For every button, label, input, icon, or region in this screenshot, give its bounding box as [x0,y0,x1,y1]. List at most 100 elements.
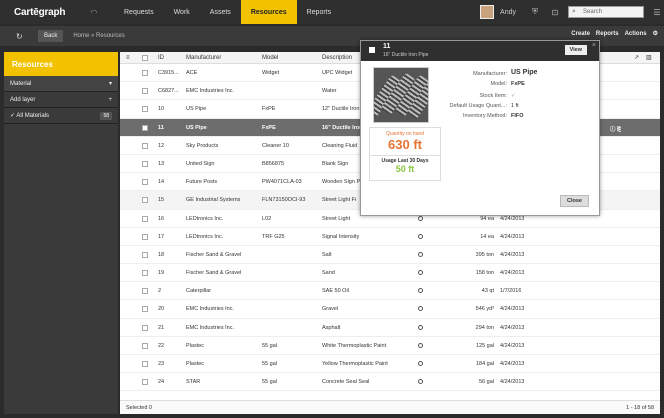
cell-quantity: 56 gal [479,379,494,386]
add-layer-button[interactable]: Add layer + [4,92,118,108]
cell-id: 21 [158,324,165,331]
row-checkbox[interactable] [142,361,148,367]
cell-description: Sand [322,270,335,277]
field-value: 1 ft [511,103,519,109]
export-icon[interactable]: ↗ [634,54,639,61]
row-checkbox[interactable] [142,88,148,95]
cell-model: L02 [262,215,272,222]
back-button[interactable]: Back [38,30,64,42]
usage-label: Usage Last 30 Days [370,155,440,164]
col-model[interactable]: Model [262,55,278,61]
row-checkbox[interactable] [142,124,148,131]
cell-manufacturer: STAR [186,379,201,386]
col-manufacturer[interactable]: Manufacturer [186,55,221,61]
row-checkbox[interactable] [142,197,148,204]
row-checkbox[interactable] [142,215,148,222]
col-description[interactable]: Description [322,55,352,61]
table-row[interactable]: 19 Fischer Sand & Gravel Sand 158 ton 4/24/2… [120,264,660,283]
nav-assets[interactable]: Assets [200,0,241,24]
refresh-icon[interactable]: ↻ [16,32,30,41]
cell-manufacturer: Fischer Sand & Gravel [186,251,242,258]
row-checkbox[interactable] [142,251,148,258]
select-all-checkbox[interactable] [142,55,148,61]
popup-id: 11 [383,43,391,50]
search-input[interactable]: ⌕ Search [568,6,644,18]
breadcrumb: Home » Resources [73,33,125,39]
cell-quantity: 546 yd³ [475,306,494,313]
table-row[interactable]: 23 Plastec 55 gal Yellow Thermoplastic Pain… [120,355,660,374]
row-checkbox[interactable] [142,160,148,167]
cell-date: 1/7/2016 [500,288,522,295]
shield-icon[interactable]: ⛨ [528,7,542,17]
pipe-image [373,67,429,123]
nav-resources[interactable]: Resources [240,0,297,24]
row-checkbox[interactable] [142,306,148,313]
cell-manufacturer: LEDtronics Inc. [186,215,224,222]
cell-date: 4/24/2013 [500,361,525,367]
columns-icon[interactable]: ▥ [646,54,652,61]
cell-id: 15 [158,197,165,204]
cell-id: 17 [158,233,165,240]
close-button[interactable]: Close [560,195,589,207]
popup-checkbox[interactable] [369,47,375,53]
cell-quantity: 94 ea [480,215,494,222]
cell-id: 22 [158,342,165,349]
col-id[interactable]: ID [158,55,164,61]
nav-requests[interactable]: Requests [114,0,164,24]
cell-id: 19 [158,270,165,277]
pager[interactable]: 1 - 18 of 58 [626,405,654,411]
row-checkbox[interactable] [142,288,148,295]
table-row[interactable]: 21 EMC Industries Inc. Asphalt 294 ton 4/24/… [120,319,660,337]
cell-id: 13 [158,160,165,167]
cell-manufacturer: EMC Industries Inc. [186,88,234,95]
gear-icon[interactable]: ⚙ [653,30,658,37]
actions-button[interactable]: Actions [625,31,647,37]
table-row[interactable]: 24 STAR 55 gal Concrete Seal Seal 56 gal 4/24… [120,373,660,392]
table-row[interactable]: 22 Plastec 55 gal White Thermoplastic Paint… [120,337,660,355]
cell-model: 55 gal [262,379,277,386]
cell-id: C6827... [158,88,179,95]
row-checkbox[interactable] [142,233,148,240]
table-row[interactable]: 2 Caterpillar SAE 50 Oil 43 qt 1/7/2016 [120,282,660,301]
view-button[interactable]: View [564,45,587,55]
row-checkbox[interactable] [142,379,148,386]
avatar[interactable] [480,5,495,19]
status-icon [418,342,423,348]
cell-model: FxPE [262,124,276,131]
cell-description: Yellow Thermoplastic Paint [322,361,388,367]
row-action-icons[interactable]: ⓘ ⎘ [610,125,621,134]
row-checkbox[interactable] [142,70,148,76]
cell-quantity: 43 qt [481,288,494,295]
menu-icon[interactable]: ☰ [650,8,664,17]
cell-id: 24 [158,379,165,386]
dashboard-icon[interactable]: ◠ [74,8,114,17]
cell-date: 4/24/2013 [500,270,525,277]
table-row[interactable]: 20 EMC Industries Inc. Gravel 546 yd³ 4/24/2… [120,300,660,319]
app-logo[interactable]: Cartēgraph [14,7,74,18]
row-checkbox[interactable] [142,142,148,149]
nav-reports[interactable]: Reports [297,0,342,24]
close-icon[interactable]: × [592,42,596,49]
material-filter[interactable]: Material ▾ [4,76,118,92]
cell-manufacturer: Plastec [186,361,205,367]
sort-icon[interactable]: ≡ [126,55,130,61]
notification-icon[interactable]: ⊡ [548,8,562,17]
table-footer: Selected 0 1 - 18 of 58 [120,400,660,414]
status-icon [418,233,423,239]
table-row[interactable]: 17 LEDtronics Inc. TRF G25 Signal Intensity… [120,228,660,246]
row-checkbox[interactable] [142,179,148,186]
field-value: FxPE [511,81,525,87]
table-row[interactable]: 18 Fischer Sand & Gravel Salt 395 ton 4/24/2… [120,246,660,265]
row-checkbox[interactable] [142,106,148,113]
cell-date: 4/24/2013 [500,251,525,258]
cell-model: 55 gal [262,342,277,349]
reports-button[interactable]: Reports [596,31,619,37]
sidebar-item-all-materials[interactable]: ✓ All Materials 58 [4,108,118,124]
row-checkbox[interactable] [142,342,148,349]
cell-date: 4/24/2013 [500,379,525,386]
nav-work[interactable]: Work [164,0,200,24]
row-checkbox[interactable] [142,270,148,277]
create-button[interactable]: Create [571,31,590,37]
user-name[interactable]: Andy [500,9,516,16]
row-checkbox[interactable] [142,324,148,331]
